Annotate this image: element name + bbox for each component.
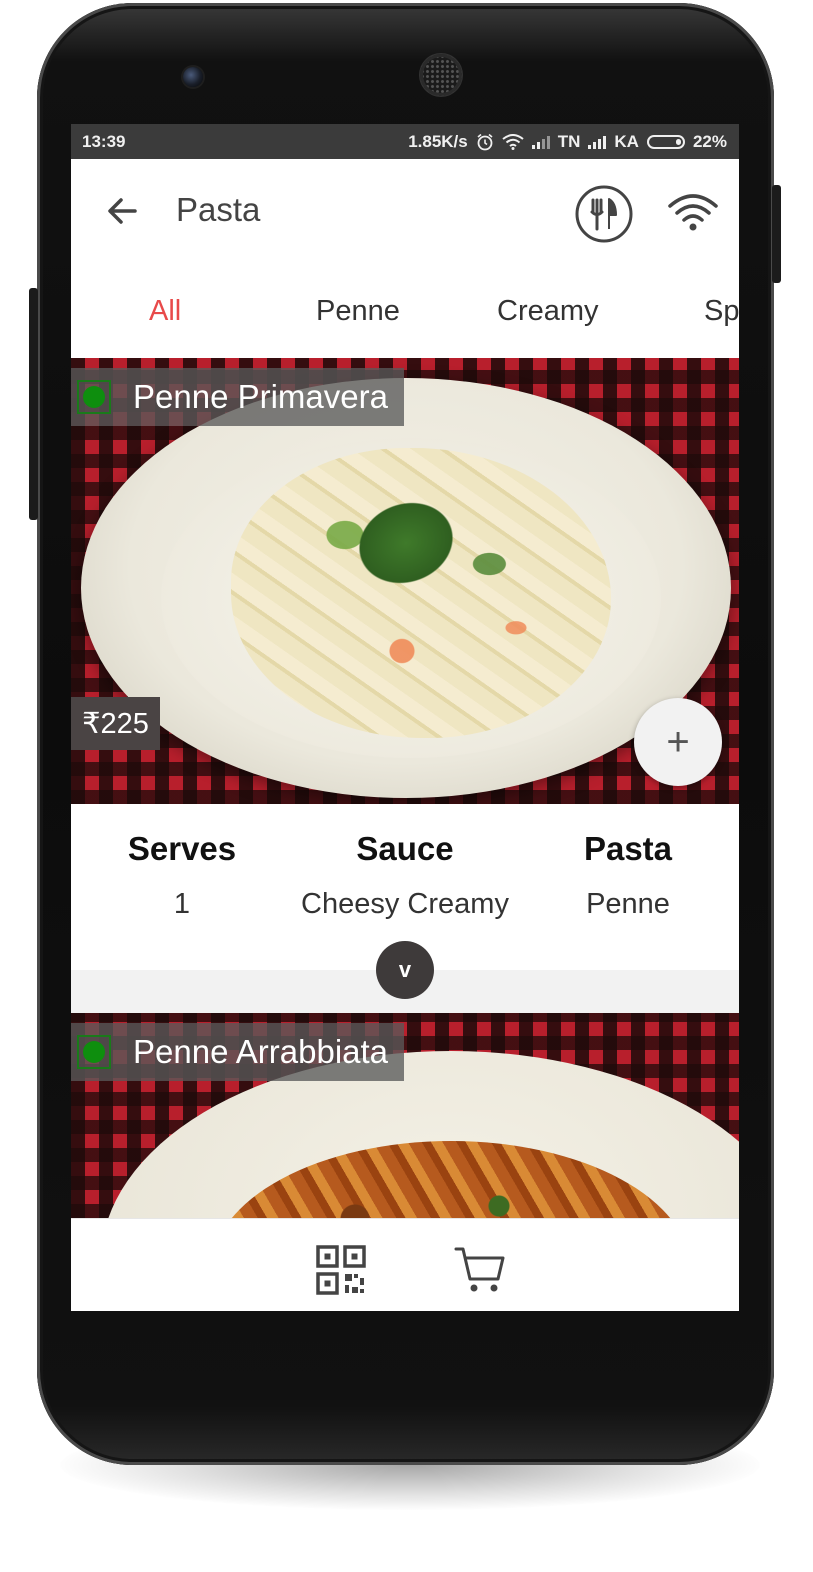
tab-creamy[interactable]: Creamy bbox=[497, 295, 599, 328]
carrier-2: KA bbox=[614, 132, 639, 151]
battery-icon bbox=[646, 135, 685, 149]
page-title: Pasta bbox=[176, 191, 261, 228]
dish-name-tag: Penne Arrabbiata bbox=[71, 1023, 405, 1081]
veg-indicator-icon bbox=[77, 1035, 111, 1069]
dish-name-tag: Penne Primavera bbox=[71, 368, 404, 426]
arrow-left-icon[interactable] bbox=[101, 189, 145, 233]
bottom-nav bbox=[71, 1218, 739, 1311]
front-camera bbox=[183, 67, 203, 87]
detail-heading: Pasta bbox=[583, 830, 673, 867]
wifi-icon[interactable] bbox=[667, 191, 719, 235]
detail-heading: Serves bbox=[127, 830, 237, 867]
veg-indicator-icon bbox=[77, 380, 111, 414]
add-to-cart-button[interactable]: + bbox=[634, 698, 722, 786]
detail-value: 1 bbox=[173, 888, 191, 920]
detail-sauce: Sauce Cheesy Creamy bbox=[285, 830, 525, 921]
alarm-icon bbox=[477, 133, 493, 151]
detail-value: Penne bbox=[586, 888, 670, 920]
power-button bbox=[772, 185, 781, 283]
price-tag: ₹225 bbox=[71, 697, 160, 750]
expand-details-button[interactable]: v bbox=[376, 941, 434, 999]
network-speed: 1.85K/s bbox=[408, 132, 468, 151]
battery-percent: 22% bbox=[692, 132, 727, 151]
dish-name: Penne Arrabbiata bbox=[133, 1033, 389, 1070]
signal-icon-2 bbox=[588, 135, 607, 149]
phone-screen: 13:39 1.85K/s TN KA 22% Pasta All Penne … bbox=[71, 124, 739, 1311]
detail-serves: Serves 1 bbox=[71, 830, 302, 921]
qr-code-icon[interactable] bbox=[316, 1245, 366, 1295]
category-tabs: All Penne Creamy Sp bbox=[71, 265, 739, 358]
fork-knife-icon[interactable] bbox=[575, 185, 633, 243]
detail-pasta: Pasta Penne bbox=[508, 830, 739, 921]
tab-sp[interactable]: Sp bbox=[704, 295, 739, 328]
detail-value: Cheesy Creamy bbox=[301, 888, 509, 920]
carrier-1: TN bbox=[557, 132, 581, 151]
tab-penne[interactable]: Penne bbox=[316, 295, 400, 328]
dish-image-penne-arrabbiata[interactable]: Penne Arrabbiata bbox=[71, 1013, 739, 1218]
detail-heading: Sauce bbox=[356, 830, 454, 867]
cart-icon[interactable] bbox=[454, 1245, 506, 1295]
status-time: 13:39 bbox=[82, 132, 126, 151]
status-indicators: 1.85K/s TN KA 22% bbox=[408, 132, 727, 152]
pasta-food bbox=[211, 1141, 691, 1218]
tab-all[interactable]: All bbox=[149, 295, 181, 328]
earpiece-speaker bbox=[420, 54, 462, 96]
status-bar: 13:39 1.85K/s TN KA 22% bbox=[71, 124, 739, 159]
signal-icon-1 bbox=[531, 135, 550, 149]
volume-button bbox=[29, 288, 38, 520]
dish-name: Penne Primavera bbox=[133, 378, 388, 415]
wifi-status-icon bbox=[502, 134, 524, 150]
dish-image-penne-primavera[interactable]: Penne Primavera ₹225 + bbox=[71, 358, 739, 804]
app-bar: Pasta bbox=[71, 159, 739, 265]
